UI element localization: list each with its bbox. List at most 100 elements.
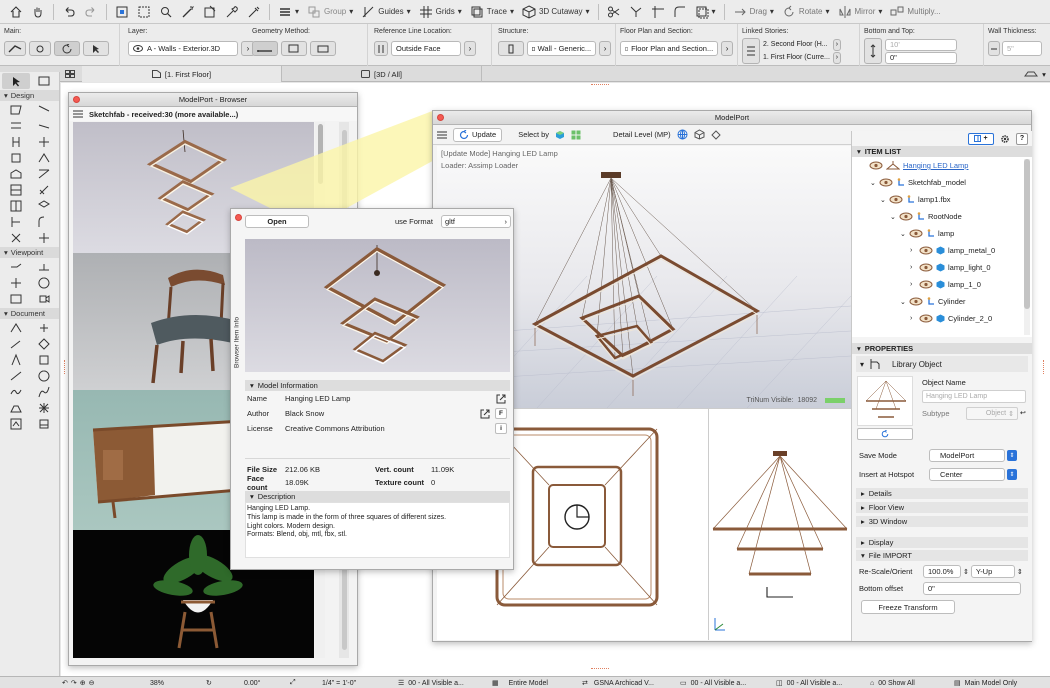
refresh-preview-button[interactable] — [857, 428, 913, 440]
transfer-button[interactable] — [200, 2, 220, 22]
angle-readout[interactable]: 0.00° — [244, 678, 260, 688]
viewpoint-tool-5[interactable] — [2, 291, 30, 307]
guides-button[interactable]: Guides ▾ — [358, 2, 413, 22]
document-tool-12[interactable] — [30, 400, 58, 416]
design-tool-17[interactable] — [2, 230, 30, 246]
settings-gear-button[interactable] — [998, 133, 1012, 145]
design-tool-13[interactable] — [2, 198, 30, 214]
design-tool-8[interactable] — [30, 150, 58, 166]
properties-header[interactable]: ▾ PROPERTIES — [852, 343, 1032, 354]
arrow-select-button[interactable] — [83, 41, 109, 56]
layer-combo[interactable]: ☰ 00 - All Visible a... — [398, 678, 464, 688]
design-tool-6[interactable] — [30, 134, 58, 150]
close-icon[interactable] — [73, 96, 80, 103]
model-view-combo[interactable]: ▦ Entire Model — [492, 678, 548, 688]
orient-dropdown[interactable]: Y-Up — [970, 565, 1015, 578]
settings-button[interactable] — [29, 41, 51, 56]
panel-toggle-button[interactable]: + — [968, 132, 994, 145]
main-model-combo[interactable]: ▤ Main Model Only — [954, 678, 1017, 688]
geometry-chained-button[interactable] — [281, 41, 307, 56]
navigation-buttons[interactable]: ↶ ↷ ⊕ ⊖ — [62, 678, 95, 688]
viewpoint-tool-4[interactable] — [30, 275, 58, 291]
design-tool-1[interactable] — [2, 102, 30, 118]
license-info-button[interactable]: i — [495, 423, 507, 434]
select-window-button[interactable] — [112, 2, 132, 22]
document-tool-7[interactable] — [2, 368, 30, 384]
tab-3d-all[interactable]: [3D / All] — [282, 66, 482, 82]
marquee-button[interactable] — [134, 2, 154, 22]
mirror-button[interactable]: Mirror ▾ — [835, 2, 886, 22]
floorplan-dropdown[interactable]: Floor Plan and Section... — [620, 41, 719, 56]
arrow-tool[interactable] — [2, 73, 30, 89]
open-button[interactable]: Open — [245, 215, 309, 228]
scale-readout[interactable]: 1/4" = 1'-0" — [322, 678, 356, 688]
section-details[interactable]: ▸ Details — [856, 488, 1028, 499]
document-tool-4[interactable] — [30, 336, 58, 352]
hamburger-menu-icon[interactable] — [437, 131, 447, 139]
layers-menu-button[interactable]: ▾ — [275, 2, 302, 22]
viewpoint-tool-6[interactable] — [30, 291, 58, 307]
file-import-header[interactable]: ▾ File IMPORT — [856, 550, 1028, 561]
intersect-button[interactable] — [648, 2, 668, 22]
design-tool-11[interactable] — [2, 182, 30, 198]
globe-detail-icon[interactable] — [677, 129, 688, 140]
linked-top-value[interactable]: 2. Second Floor (H... — [763, 38, 830, 51]
height-button[interactable] — [864, 38, 882, 64]
update-button[interactable]: Update — [453, 127, 503, 142]
section-display[interactable]: ▸ Display — [856, 537, 1028, 548]
section-window3d[interactable]: ▸ 3D Window — [856, 516, 1028, 527]
chevron-right-icon[interactable]: › — [910, 264, 916, 271]
design-tool-7[interactable] — [2, 150, 30, 166]
structure-arrow-button[interactable]: › — [599, 41, 611, 56]
geometry-rect-button[interactable] — [310, 41, 336, 56]
document-tool-13[interactable] — [2, 416, 30, 432]
viewpoint-tool-1[interactable] — [2, 259, 30, 275]
diamond-detail-icon[interactable] — [710, 129, 721, 140]
tree-item[interactable]: ⌄ lamp — [852, 225, 1032, 242]
favorites-button[interactable] — [54, 41, 80, 56]
redo-button[interactable] — [81, 2, 101, 22]
template-combo[interactable]: ⇄ GSNA Archicad V... — [582, 678, 654, 688]
tree-item[interactable]: › lamp_1_0 — [852, 276, 1032, 293]
magic-wand-button[interactable] — [178, 2, 198, 22]
tree-item[interactable]: › Cylinder_2_0 — [852, 310, 1032, 327]
layer-combo-3[interactable]: ◫ 00 - All Visible a... — [776, 678, 842, 688]
visibility-icon[interactable] — [899, 212, 913, 221]
chevron-right-icon[interactable]: › — [910, 315, 916, 322]
design-tool-9[interactable] — [2, 166, 30, 182]
design-tool-15[interactable] — [2, 214, 30, 230]
chevron-down-icon[interactable]: ⌄ — [880, 196, 886, 204]
design-tool-3[interactable] — [2, 118, 30, 134]
subtype-dropdown[interactable]: Object ⇕ — [966, 407, 1018, 420]
syringe-button[interactable] — [244, 2, 264, 22]
zoom-readout[interactable]: 38% — [150, 678, 164, 688]
home-button[interactable] — [6, 2, 26, 22]
top-value-field[interactable]: 10' — [885, 38, 957, 51]
hamburger-menu-icon[interactable] — [73, 110, 83, 118]
multiply-button[interactable]: Multiply... — [887, 2, 943, 22]
tree-item[interactable]: ⌄ RootNode — [852, 208, 1032, 225]
drag-button[interactable]: Drag ▾ — [730, 2, 777, 22]
chevron-down-icon[interactable]: ⌄ — [900, 230, 906, 238]
document-tool-14[interactable] — [30, 416, 58, 432]
design-tool-18[interactable] — [30, 230, 58, 246]
save-mode-dropdown[interactable]: ModelPort — [929, 449, 1005, 462]
document-tool-9[interactable] — [2, 384, 30, 400]
cutaway-button[interactable]: 3D Cutaway ▾ — [519, 2, 593, 22]
hotspot-dropdown[interactable]: Center — [929, 468, 1005, 481]
chevron-right-icon[interactable]: › — [910, 281, 916, 288]
linked-top-arrow[interactable]: › — [832, 38, 841, 51]
tree-item[interactable]: ⌄ lamp1.fbx — [852, 191, 1032, 208]
geometry-straight-button[interactable] — [252, 41, 278, 56]
thickness-button[interactable] — [988, 41, 1000, 56]
visibility-icon[interactable] — [869, 161, 883, 170]
object-name-input[interactable]: Hanging LED Lamp — [922, 390, 1026, 403]
select-by-material-icon[interactable] — [571, 130, 581, 140]
document-tool-10[interactable] — [30, 384, 58, 400]
cube-detail-icon[interactable] — [694, 129, 705, 140]
document-tool-11[interactable] — [2, 400, 30, 416]
bottom-offset-input[interactable]: 0" — [923, 582, 1021, 595]
tab-first-floor[interactable]: [1. First Floor] — [82, 66, 282, 82]
wall-tool-button[interactable] — [4, 41, 26, 56]
close-icon[interactable] — [437, 114, 444, 121]
